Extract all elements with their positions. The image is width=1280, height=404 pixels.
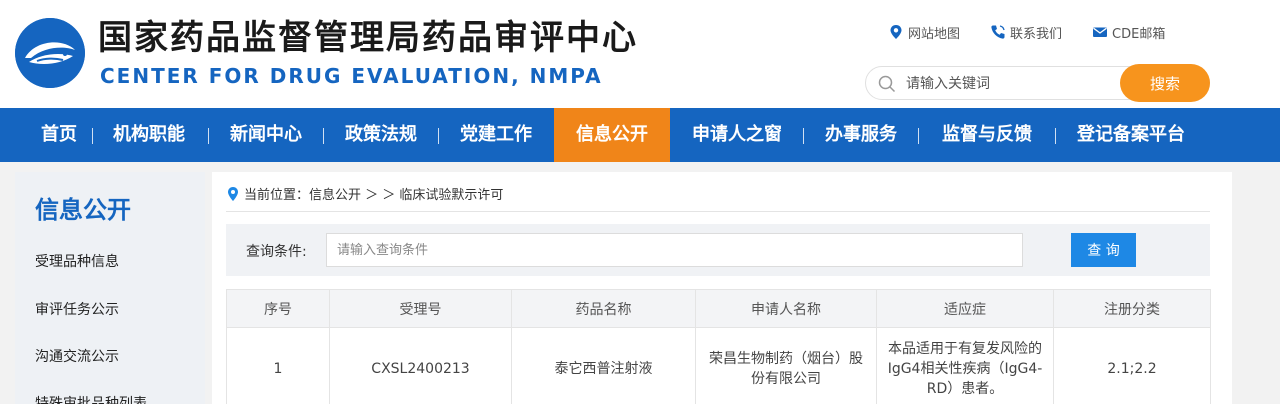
mail-icon bbox=[1092, 24, 1108, 40]
mail-link[interactable]: CDE邮箱 bbox=[1092, 22, 1165, 42]
nav-item-party[interactable]: 党建工作 bbox=[446, 108, 546, 162]
sidebar-item-accepted-varieties[interactable]: 受理品种信息 bbox=[35, 252, 119, 272]
top-links: 网站地图 联系我们 CDE邮箱 bbox=[888, 22, 1195, 42]
search-button[interactable]: 搜索 bbox=[1120, 64, 1210, 102]
keyword-search-input[interactable] bbox=[906, 73, 1106, 95]
sidebar: 信息公开 受理品种信息 审评任务公示 沟通交流公示 特殊审批品种列表 bbox=[15, 172, 205, 404]
header-index: 序号 bbox=[226, 289, 330, 328]
nav-separator bbox=[323, 128, 324, 144]
query-label: 查询条件: bbox=[246, 244, 307, 260]
search-icon bbox=[878, 75, 896, 93]
header-drug-name: 药品名称 bbox=[511, 289, 696, 328]
query-bar: 查询条件: 查 询 bbox=[226, 224, 1210, 276]
table-header-row: 序号 受理号 药品名称 申请人名称 适应症 注册分类 bbox=[226, 289, 1211, 328]
cell-acceptance-no[interactable]: CXSL2400213 bbox=[329, 327, 512, 404]
query-button[interactable]: 查 询 bbox=[1071, 233, 1136, 267]
mail-label: CDE邮箱 bbox=[1112, 26, 1166, 42]
nav-item-services[interactable]: 办事服务 bbox=[811, 108, 911, 162]
header-category: 注册分类 bbox=[1053, 289, 1211, 328]
nav-item-functions[interactable]: 机构职能 bbox=[100, 108, 198, 162]
nav-item-applicant[interactable]: 申请人之窗 bbox=[678, 108, 796, 162]
main-content: 当前位置：信息公开 ＞ ＞ 临床试验默示许可 查询条件: 查 询 序号 受理号 … bbox=[212, 172, 1232, 404]
header-acceptance-no: 受理号 bbox=[329, 289, 512, 328]
nav-separator bbox=[92, 128, 93, 144]
nav-item-news[interactable]: 新闻中心 bbox=[216, 108, 316, 162]
nav-separator bbox=[918, 128, 919, 144]
nav-separator bbox=[208, 128, 209, 144]
nav-item-policy[interactable]: 政策法规 bbox=[331, 108, 431, 162]
query-input[interactable] bbox=[326, 233, 1023, 267]
divider bbox=[226, 211, 1210, 212]
breadcrumb: 当前位置：信息公开 ＞ ＞ 临床试验默示许可 bbox=[226, 184, 503, 203]
sitemap-label: 网站地图 bbox=[908, 26, 961, 42]
location-pin-icon bbox=[888, 24, 904, 40]
site-title-cn: 国家药品监督管理局药品审评中心 bbox=[98, 18, 638, 58]
nav-item-home[interactable]: 首页 bbox=[22, 108, 96, 162]
results-table: 序号 受理号 药品名称 申请人名称 适应症 注册分类 1 CXSL2400213… bbox=[226, 289, 1211, 404]
sitemap-link[interactable]: 网站地图 bbox=[888, 22, 960, 42]
sidebar-item-special-approval[interactable]: 特殊审批品种列表 bbox=[35, 394, 147, 404]
header-applicant: 申请人名称 bbox=[695, 289, 877, 328]
header-indication: 适应症 bbox=[876, 289, 1054, 328]
phone-icon bbox=[990, 24, 1006, 40]
cell-category: 2.1;2.2 bbox=[1053, 327, 1211, 404]
nav-item-registration[interactable]: 登记备案平台 bbox=[1063, 108, 1199, 162]
table-row[interactable]: 1 CXSL2400213 泰它西普注射液 荣昌生物制药（烟台）股份有限公司 本… bbox=[226, 327, 1211, 404]
nav-item-info-public[interactable]: 信息公开 bbox=[554, 108, 670, 162]
cell-index: 1 bbox=[226, 327, 330, 404]
nav-separator bbox=[1055, 128, 1056, 144]
cell-indication: 本品适用于有复发风险的IgG4相关性疾病（IgG4-RD）患者。 bbox=[876, 327, 1054, 404]
cell-drug-name: 泰它西普注射液 bbox=[511, 327, 696, 404]
cde-logo-icon[interactable] bbox=[15, 18, 85, 88]
contact-link[interactable]: 联系我们 bbox=[990, 22, 1062, 42]
main-nav: 首页 机构职能 新闻中心 政策法规 党建工作 信息公开 申请人之窗 办事服务 监… bbox=[0, 108, 1280, 162]
nav-separator bbox=[803, 128, 804, 144]
sidebar-title: 信息公开 bbox=[35, 196, 131, 224]
location-pin-icon bbox=[226, 186, 240, 202]
nav-item-feedback[interactable]: 监督与反馈 bbox=[926, 108, 1048, 162]
site-title-en: CENTER FOR DRUG EVALUATION, NMPA bbox=[100, 64, 603, 88]
breadcrumb-text: 当前位置：信息公开 ＞ ＞ 临床试验默示许可 bbox=[244, 188, 504, 203]
sidebar-item-communication[interactable]: 沟通交流公示 bbox=[35, 347, 119, 367]
cell-applicant: 荣昌生物制药（烟台）股份有限公司 bbox=[695, 327, 877, 404]
sidebar-item-review-tasks[interactable]: 审评任务公示 bbox=[35, 300, 119, 320]
contact-label: 联系我们 bbox=[1010, 26, 1063, 42]
site-header: 国家药品监督管理局药品审评中心 CENTER FOR DRUG EVALUATI… bbox=[0, 0, 1280, 108]
nav-separator bbox=[438, 128, 439, 144]
